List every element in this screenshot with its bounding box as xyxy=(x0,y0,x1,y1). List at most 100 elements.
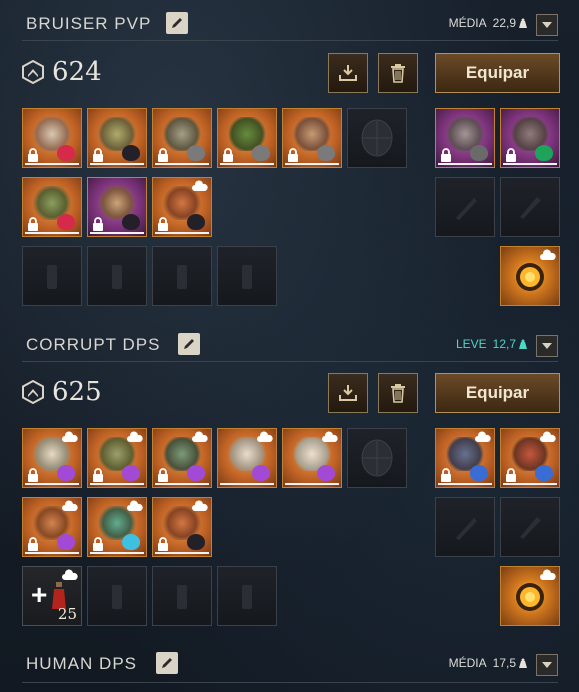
equip-button[interactable]: Equipar xyxy=(435,53,560,93)
loadout-header: CORRUPT DPS LEVE 12,7 xyxy=(0,325,579,363)
gem-icon xyxy=(535,465,553,481)
edit-name-button[interactable] xyxy=(156,652,178,674)
weapon-slot-1[interactable] xyxy=(435,428,495,488)
lock-icon xyxy=(441,148,451,162)
edit-name-button[interactable] xyxy=(178,333,200,355)
lock-icon xyxy=(93,468,103,482)
loadout-dropdown-button[interactable] xyxy=(536,654,558,676)
consumable-slot-potion[interactable]: + 25 xyxy=(22,566,82,626)
bag-slot[interactable] xyxy=(500,566,560,626)
storage-icon xyxy=(322,431,338,442)
lock-icon xyxy=(158,148,168,162)
jewelry-slot-earring[interactable] xyxy=(152,177,212,237)
save-loadout-button[interactable] xyxy=(328,373,368,413)
armor-slot-chest[interactable] xyxy=(87,428,147,488)
bag-slot[interactable] xyxy=(500,246,560,306)
tool-slot-empty[interactable] xyxy=(435,177,495,237)
weapon-slot-2[interactable] xyxy=(500,108,560,168)
gem-icon xyxy=(252,145,270,161)
potion-placeholder-icon xyxy=(112,585,122,609)
consumable-slot-empty[interactable] xyxy=(217,246,277,306)
gem-icon xyxy=(187,465,205,481)
delete-loadout-button[interactable] xyxy=(378,53,418,93)
tool-placeholder-icon xyxy=(456,198,477,220)
gem-icon xyxy=(57,214,75,230)
consumable-slot-empty[interactable] xyxy=(87,566,147,626)
lock-icon xyxy=(93,537,103,551)
armor-slot-legs[interactable] xyxy=(217,108,277,168)
loadout-header: HUMAN DPS MÉDIA 17,5 xyxy=(0,644,579,682)
tool-slot-empty[interactable] xyxy=(500,497,560,557)
lock-icon xyxy=(158,468,168,482)
delete-loadout-button[interactable] xyxy=(378,373,418,413)
potion-placeholder-icon xyxy=(242,265,252,289)
weapon-slot-1[interactable] xyxy=(435,108,495,168)
durability-bar xyxy=(438,163,492,165)
gem-icon xyxy=(122,214,140,230)
armor-slot-helmet[interactable] xyxy=(22,108,82,168)
gem-icon xyxy=(535,145,553,161)
shield-slot-empty[interactable] xyxy=(347,428,407,488)
consumable-slot-empty[interactable] xyxy=(152,566,212,626)
divider xyxy=(22,361,558,362)
weight-value: 17,5 xyxy=(492,656,516,670)
jewelry-slot-ring[interactable] xyxy=(87,177,147,237)
armor-slot-boots[interactable] xyxy=(282,108,342,168)
tool-slot-empty[interactable] xyxy=(435,497,495,557)
loadout-dropdown-button[interactable] xyxy=(536,14,558,36)
storage-icon xyxy=(62,500,78,511)
armor-slot-boots[interactable] xyxy=(282,428,342,488)
jewelry-slot-amulet[interactable] xyxy=(22,497,82,557)
durability-bar xyxy=(503,483,557,485)
shield-slot-empty[interactable] xyxy=(347,108,407,168)
consumable-slot-empty[interactable] xyxy=(152,246,212,306)
storage-icon xyxy=(257,431,273,442)
trash-icon xyxy=(391,64,405,83)
jewelry-slot-amulet[interactable] xyxy=(22,177,82,237)
durability-bar xyxy=(155,163,209,165)
weight-indicator: LEVE 12,7 xyxy=(456,337,527,351)
durability-bar xyxy=(25,163,79,165)
shield-placeholder-icon xyxy=(361,439,393,477)
lock-icon xyxy=(28,468,38,482)
gem-icon xyxy=(187,534,205,550)
gear-score: 624 xyxy=(22,57,102,87)
armor-slot-legs[interactable] xyxy=(217,428,277,488)
storage-icon xyxy=(62,431,78,442)
jewelry-slot-earring[interactable] xyxy=(152,497,212,557)
storage-icon xyxy=(127,431,143,442)
tool-slot-empty[interactable] xyxy=(500,177,560,237)
armor-slot-helmet[interactable] xyxy=(22,428,82,488)
weapon-slot-2[interactable] xyxy=(500,428,560,488)
lock-icon xyxy=(93,217,103,231)
gem-icon xyxy=(470,145,488,161)
armor-slot-gloves[interactable] xyxy=(152,428,212,488)
tool-placeholder-icon xyxy=(456,518,477,540)
armor-slot-chest[interactable] xyxy=(87,108,147,168)
gem-icon xyxy=(122,534,140,550)
durability-bar xyxy=(220,483,274,485)
lock-icon xyxy=(158,217,168,231)
gear-score-value: 625 xyxy=(52,377,102,407)
loadout-dropdown-button[interactable] xyxy=(536,335,558,357)
gem-icon xyxy=(57,145,75,161)
bag-icon xyxy=(516,263,544,291)
divider xyxy=(22,40,558,41)
lock-icon xyxy=(441,468,451,482)
save-loadout-button[interactable] xyxy=(328,53,368,93)
armor-slot-gloves[interactable] xyxy=(152,108,212,168)
lock-icon xyxy=(28,217,38,231)
consumable-slot-empty[interactable] xyxy=(22,246,82,306)
loadout-header: BRUISER PVP MÉDIA 22,9 xyxy=(0,4,579,42)
lock-icon xyxy=(158,537,168,551)
consumable-slot-empty[interactable] xyxy=(87,246,147,306)
jewelry-slot-ring[interactable] xyxy=(87,497,147,557)
equip-button[interactable]: Equipar xyxy=(435,373,560,413)
loadout-name: HUMAN DPS xyxy=(26,654,138,673)
durability-bar xyxy=(285,483,339,485)
consumable-slot-empty[interactable] xyxy=(217,566,277,626)
edit-name-button[interactable] xyxy=(166,12,188,34)
durability-bar xyxy=(438,483,492,485)
gem-icon xyxy=(122,145,140,161)
item-count: 25 xyxy=(57,605,77,623)
